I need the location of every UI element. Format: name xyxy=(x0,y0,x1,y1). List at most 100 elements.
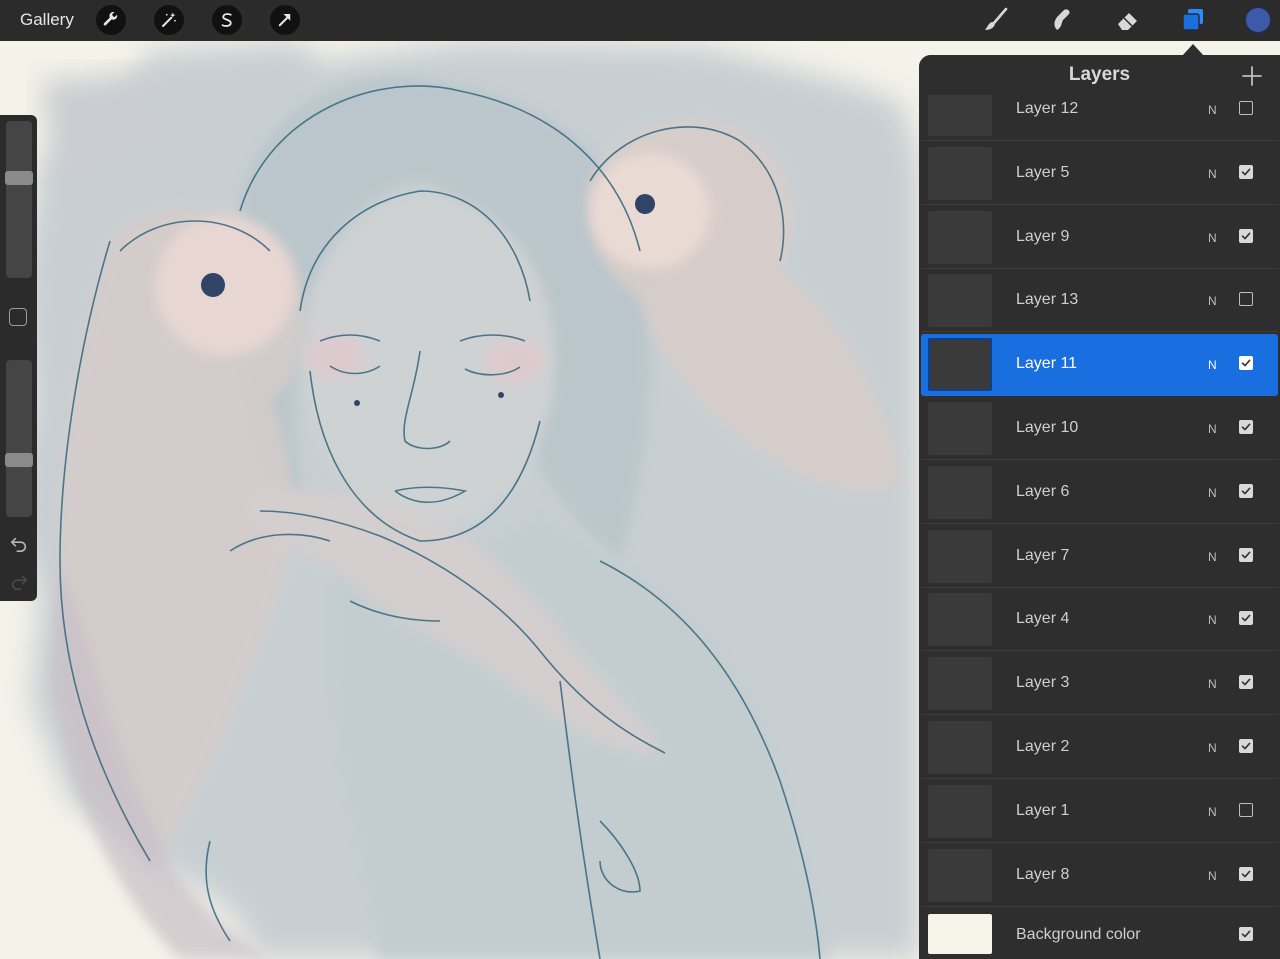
layer-name: Layer 6 xyxy=(1016,482,1070,500)
checkmark-icon xyxy=(1241,678,1251,686)
undo-button[interactable] xyxy=(8,533,30,555)
visibility-checkbox[interactable] xyxy=(1239,228,1253,243)
checkmark-icon xyxy=(1241,930,1251,938)
layer-row[interactable]: Layer 9 N xyxy=(921,207,1278,269)
blend-mode-button[interactable]: N xyxy=(1208,550,1217,564)
visibility-checkbox[interactable] xyxy=(1239,547,1253,562)
transform-button[interactable] xyxy=(270,5,300,35)
checkmark-icon xyxy=(1241,742,1251,750)
checkmark-icon xyxy=(1241,359,1251,367)
visibility-checkbox[interactable] xyxy=(1239,483,1253,498)
layer-row[interactable]: Layer 11 N xyxy=(921,334,1278,397)
blend-mode-button[interactable]: N xyxy=(1208,103,1217,117)
layer-row[interactable]: Layer 4 N xyxy=(921,589,1278,652)
layer-thumbnail xyxy=(928,402,992,455)
blend-mode-button[interactable]: N xyxy=(1208,741,1217,755)
layers-panel: Layer 12 N Layer 5 N Layer 9 N Layer 13 N Layer … xyxy=(919,55,1280,959)
opacity-handle[interactable] xyxy=(5,452,33,467)
visibility-checkbox[interactable] xyxy=(1239,802,1253,817)
layer-row[interactable]: Layer 8 N xyxy=(921,845,1278,907)
paintbrush-icon xyxy=(985,7,1008,30)
visibility-checkbox[interactable] xyxy=(1239,101,1253,115)
layer-thumbnail xyxy=(928,338,992,392)
layer-name: Layer 4 xyxy=(1016,610,1070,628)
layer-thumbnail xyxy=(928,721,992,774)
visibility-checkbox[interactable] xyxy=(1239,927,1253,942)
background-color-row[interactable]: Background color xyxy=(921,904,1278,959)
opacity-slider[interactable] xyxy=(5,360,33,517)
blend-mode-button[interactable]: N xyxy=(1208,613,1217,627)
checkmark-icon xyxy=(1241,423,1251,431)
visibility-checkbox[interactable] xyxy=(1239,611,1253,626)
visibility-checkbox[interactable] xyxy=(1239,420,1253,434)
undo-icon xyxy=(10,537,27,553)
blend-mode-button[interactable]: N xyxy=(1208,358,1217,372)
layer-thumbnail xyxy=(928,529,992,583)
visibility-checkbox[interactable] xyxy=(1239,164,1253,179)
blend-mode-button[interactable]: N xyxy=(1208,294,1217,308)
layer-thumbnail xyxy=(928,593,992,647)
visibility-checkbox[interactable] xyxy=(1239,292,1253,307)
layer-name: Background color xyxy=(1016,926,1141,944)
wrench-icon xyxy=(103,11,118,26)
visibility-checkbox[interactable] xyxy=(1239,675,1253,690)
layer-thumbnail xyxy=(928,210,992,264)
selection-s-icon xyxy=(221,13,232,27)
brush-size-slider[interactable] xyxy=(5,121,33,278)
blend-mode-button[interactable]: N xyxy=(1208,677,1217,691)
layer-row[interactable]: Layer 13 N xyxy=(921,270,1278,333)
redo-button[interactable] xyxy=(8,571,30,593)
blend-mode-button[interactable]: N xyxy=(1208,486,1217,500)
plus-icon xyxy=(1242,66,1262,86)
blend-mode-button[interactable]: N xyxy=(1208,231,1217,245)
layer-name: Layer 7 xyxy=(1016,546,1070,564)
checkmark-icon xyxy=(1241,487,1251,495)
smudge-tool-button[interactable] xyxy=(1046,4,1078,36)
layer-name: Layer 9 xyxy=(1016,227,1070,245)
eraser-tool-button[interactable] xyxy=(1112,4,1144,36)
brush-tool-button[interactable] xyxy=(980,4,1012,36)
layer-row[interactable]: Layer 6 N xyxy=(921,462,1278,524)
gallery-button[interactable]: Gallery xyxy=(20,10,74,30)
redo-icon xyxy=(11,575,28,591)
layer-name: Layer 5 xyxy=(1016,163,1070,181)
top-toolbar: Gallery xyxy=(0,0,1280,41)
layer-row[interactable]: Layer 3 N xyxy=(921,653,1278,716)
transform-arrow-icon xyxy=(278,14,291,27)
color-picker-button[interactable] xyxy=(1245,7,1271,33)
layer-row[interactable]: Layer 5 N xyxy=(921,143,1278,205)
checkmark-icon xyxy=(1241,870,1251,877)
blend-mode-button[interactable]: N xyxy=(1208,167,1217,181)
adjustments-button[interactable] xyxy=(154,5,184,35)
layers-list[interactable]: Layer 12 N Layer 5 N Layer 9 N Layer 13 N Layer … xyxy=(919,55,1280,959)
layers-tool-button[interactable] xyxy=(1177,4,1209,36)
magic-wand-icon xyxy=(162,12,176,27)
brush-size-handle[interactable] xyxy=(5,171,33,186)
layer-name: Layer 3 xyxy=(1016,674,1070,692)
layer-name: Layer 12 xyxy=(1016,100,1079,117)
checkmark-icon xyxy=(1241,614,1251,622)
smudge-icon xyxy=(1054,9,1070,30)
layers-icon xyxy=(1182,9,1203,31)
layer-name: Layer 2 xyxy=(1016,738,1070,755)
layer-row[interactable]: Layer 10 N xyxy=(921,398,1278,460)
left-sidebar xyxy=(0,115,37,601)
selection-button[interactable] xyxy=(212,5,242,35)
layer-name: Layer 10 xyxy=(1016,419,1079,436)
blend-mode-button[interactable]: N xyxy=(1208,422,1217,436)
layer-name: Layer 13 xyxy=(1016,291,1079,309)
checkmark-icon xyxy=(1241,168,1251,176)
visibility-checkbox[interactable] xyxy=(1239,739,1253,753)
blend-mode-button[interactable]: N xyxy=(1208,869,1217,883)
layer-row[interactable]: Layer 2 N xyxy=(921,717,1278,779)
layer-row[interactable]: Layer 1 N xyxy=(921,781,1278,843)
visibility-checkbox[interactable] xyxy=(1239,356,1253,371)
visibility-checkbox[interactable] xyxy=(1239,866,1253,881)
modify-button[interactable] xyxy=(9,308,27,326)
layer-row[interactable]: Layer 7 N xyxy=(921,526,1278,588)
background-color-swatch[interactable] xyxy=(928,914,992,955)
actions-button[interactable] xyxy=(96,5,126,35)
add-layer-button[interactable] xyxy=(1241,65,1263,87)
layer-name: Layer 1 xyxy=(1016,801,1070,819)
blend-mode-button[interactable]: N xyxy=(1208,805,1217,819)
